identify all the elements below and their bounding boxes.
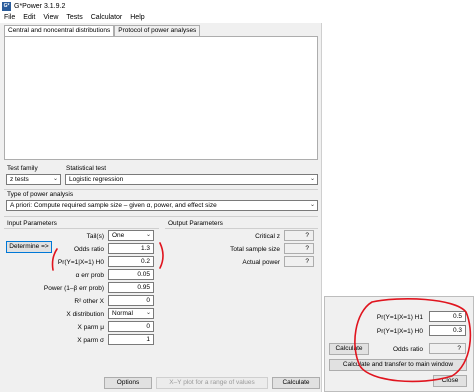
- alpha-label: α err prob: [75, 272, 104, 279]
- r2-other-x-input[interactable]: 0: [108, 295, 154, 306]
- xy-plot-button: X–Y plot for a range of values: [156, 377, 268, 389]
- dialog-pr-h0-input[interactable]: 0.3: [429, 325, 466, 336]
- statistical-test-value: Logistic regression: [69, 176, 124, 183]
- total-sample-size-value: ?: [284, 243, 314, 254]
- actual-power-label: Actual power: [242, 259, 280, 266]
- dialog-odds-ratio-label: Odds ratio: [393, 346, 423, 353]
- chevron-down-icon: ⌄: [52, 176, 58, 182]
- x-distribution-select[interactable]: Normal ⌄: [108, 308, 154, 319]
- calculate-button[interactable]: Calculate: [272, 377, 320, 389]
- tab-distributions[interactable]: Central and noncentral distributions: [4, 25, 115, 36]
- chevron-down-icon: ⌄: [145, 310, 151, 316]
- r2-other-x-label: R² other X: [74, 298, 104, 305]
- pr-h1-label: Pr(Y=1|X=1) H1: [376, 314, 423, 321]
- menu-calculator[interactable]: Calculator: [87, 14, 127, 21]
- critical-z-label: Critical z: [255, 233, 280, 240]
- main-window: G* G*Power 3.1.9.2 File Edit View Tests …: [0, 0, 322, 392]
- dialog-pr-h0-label: Pr(Y=1|X=1) H0: [376, 328, 423, 335]
- menu-help[interactable]: Help: [126, 14, 148, 21]
- tails-select[interactable]: One ⌄: [108, 230, 154, 241]
- dialog-close-button[interactable]: Close: [433, 375, 467, 387]
- power-analysis-label: Type of power analysis: [7, 191, 74, 198]
- window-title: G*Power 3.1.9.2: [14, 2, 66, 10]
- tails-label: Tail(s): [86, 233, 104, 240]
- test-family-value: z tests: [10, 176, 29, 183]
- x-parm-mu-input[interactable]: 0: [108, 321, 154, 332]
- title-bar: G* G*Power 3.1.9.2: [0, 0, 322, 12]
- chevron-down-icon: ⌄: [145, 232, 151, 238]
- chevron-down-icon: ⌄: [309, 176, 315, 182]
- odds-ratio-input[interactable]: 1.3: [108, 243, 154, 254]
- total-sample-size-label: Total sample size: [230, 246, 280, 253]
- options-button[interactable]: Options: [104, 377, 152, 389]
- actual-power-value: ?: [284, 256, 314, 267]
- menu-view[interactable]: View: [39, 14, 62, 21]
- distribution-plot-area: [4, 36, 318, 160]
- menu-bar: File Edit View Tests Calculator Help: [0, 12, 322, 23]
- input-parameters-title: Input Parameters: [7, 220, 57, 227]
- statistical-test-label: Statistical test: [66, 165, 107, 172]
- dialog-odds-ratio-value: ?: [429, 343, 466, 354]
- menu-file[interactable]: File: [0, 14, 19, 21]
- x-distribution-value: Normal: [112, 310, 133, 317]
- tab-strip: Central and noncentral distributions Pro…: [4, 25, 201, 36]
- tails-value: One: [112, 232, 125, 239]
- critical-z-value: ?: [284, 230, 314, 241]
- tab-protocol[interactable]: Protocol of power analyses: [114, 25, 201, 36]
- odds-ratio-label: Odds ratio: [74, 246, 104, 253]
- menu-edit[interactable]: Edit: [19, 14, 39, 21]
- output-parameters-title: Output Parameters: [168, 220, 223, 227]
- menu-tests[interactable]: Tests: [62, 14, 86, 21]
- calculate-transfer-button[interactable]: Calculate and transfer to main window: [329, 359, 467, 371]
- power-label: Power (1–β err prob): [43, 285, 104, 292]
- odds-ratio-dialog: Pr(Y=1|X=1) H1 0.5 Pr(Y=1|X=1) H0 0.3 Ca…: [324, 296, 474, 392]
- pr-h0-label: Pr(Y=1|X=1) H0: [57, 259, 104, 266]
- pr-h0-input[interactable]: 0.2: [108, 256, 154, 267]
- chevron-down-icon: ⌄: [309, 202, 315, 208]
- x-parm-sigma-input[interactable]: 1: [108, 334, 154, 345]
- x-parm-mu-label: X parm μ: [77, 324, 104, 331]
- divider: [4, 216, 318, 217]
- divider: [4, 189, 318, 190]
- power-analysis-select[interactable]: A priori: Compute required sample size –…: [6, 200, 318, 211]
- statistical-test-select[interactable]: Logistic regression ⌄: [65, 174, 318, 185]
- pr-h1-input[interactable]: 0.5: [429, 311, 466, 322]
- x-parm-sigma-label: X parm σ: [77, 337, 104, 344]
- alpha-input[interactable]: 0.05: [108, 269, 154, 280]
- gpower-app-icon: G*: [2, 1, 11, 11]
- divider: [165, 228, 318, 229]
- test-family-select[interactable]: z tests ⌄: [6, 174, 61, 185]
- x-distribution-label: X distribution: [66, 311, 104, 318]
- power-analysis-value: A priori: Compute required sample size –…: [10, 202, 217, 209]
- test-family-label: Test family: [7, 165, 38, 172]
- divider: [4, 228, 159, 229]
- power-input[interactable]: 0.95: [108, 282, 154, 293]
